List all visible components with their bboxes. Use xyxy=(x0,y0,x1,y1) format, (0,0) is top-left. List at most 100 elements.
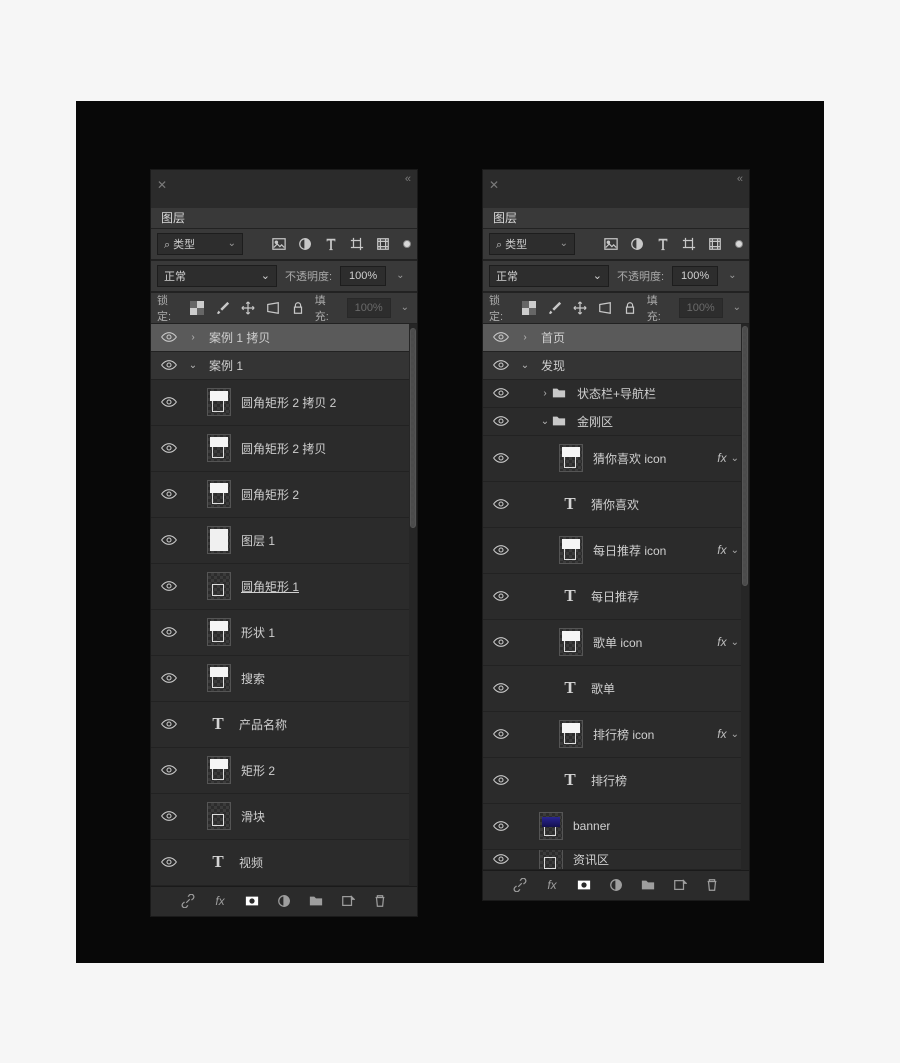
panel-tab-layers[interactable]: 图层 xyxy=(483,208,749,228)
fill-value[interactable]: 100% xyxy=(679,298,723,318)
layer-name[interactable]: 图层 1 xyxy=(241,532,275,549)
visibility-eye-icon[interactable] xyxy=(151,442,187,454)
layer-thumbnail[interactable] xyxy=(207,388,231,416)
expand-arrow-icon[interactable]: ⌄ xyxy=(519,360,531,371)
layer-name[interactable]: 发现 xyxy=(541,357,565,374)
lock-brush-icon[interactable] xyxy=(214,300,231,316)
filter-image-icon[interactable] xyxy=(271,236,287,252)
fx-label[interactable]: fx xyxy=(717,727,726,741)
layer-name[interactable]: 矩形 2 xyxy=(241,762,275,779)
fx-chevron-icon[interactable]: ⌄ xyxy=(731,453,739,464)
layer-thumbnail[interactable] xyxy=(207,572,231,600)
layer-row[interactable]: 滑块 xyxy=(151,794,417,840)
opacity-chevron-icon[interactable]: ⌄ xyxy=(394,270,406,281)
collapse-icon[interactable]: « xyxy=(737,173,743,185)
visibility-eye-icon[interactable] xyxy=(151,396,187,408)
layer-name[interactable]: 猜你喜欢 icon xyxy=(593,450,666,467)
layer-thumbnail[interactable] xyxy=(207,802,231,830)
layer-name[interactable]: 圆角矩形 2 xyxy=(241,486,299,503)
scrollbar[interactable] xyxy=(741,324,749,870)
layer-name[interactable]: 搜索 xyxy=(241,670,265,687)
layer-name[interactable]: 金刚区 xyxy=(577,413,613,430)
opacity-chevron-icon[interactable]: ⌄ xyxy=(726,270,738,281)
layer-row[interactable]: ⌄ 金刚区 xyxy=(483,408,749,436)
layer-thumbnail[interactable] xyxy=(539,812,563,840)
layer-row[interactable]: 形状 1 xyxy=(151,610,417,656)
layer-row[interactable]: › 状态栏+导航栏 xyxy=(483,380,749,408)
layer-row[interactable]: 每日推荐 icon fx⌄ xyxy=(483,528,749,574)
visibility-eye-icon[interactable] xyxy=(483,544,519,556)
new-layer-icon[interactable] xyxy=(672,877,688,893)
layer-name[interactable]: 滑块 xyxy=(241,808,265,825)
filter-toggle-dot[interactable] xyxy=(403,240,411,248)
layer-name[interactable]: 每日推荐 xyxy=(591,588,639,605)
blend-mode-dropdown[interactable]: 正常⌄ xyxy=(157,265,277,287)
layer-thumbnail[interactable] xyxy=(207,526,231,554)
visibility-eye-icon[interactable] xyxy=(151,626,187,638)
layer-name[interactable]: 视频 xyxy=(239,854,263,871)
layer-row[interactable]: 圆角矩形 2 拷贝 2 xyxy=(151,380,417,426)
layer-row[interactable]: 排行榜 icon fx⌄ xyxy=(483,712,749,758)
lock-all-icon[interactable] xyxy=(622,300,639,316)
filter-text-icon[interactable] xyxy=(655,236,671,252)
layer-name[interactable]: 状态栏+导航栏 xyxy=(577,385,656,402)
close-icon[interactable]: ✕ xyxy=(157,180,167,190)
layer-name[interactable]: 猜你喜欢 xyxy=(591,496,639,513)
lock-move-icon[interactable] xyxy=(239,300,256,316)
layer-row[interactable]: T 每日推荐 xyxy=(483,574,749,620)
filter-type-dropdown[interactable]: ⌕类型 ⌄ xyxy=(157,233,243,255)
layer-name[interactable]: 歌单 icon xyxy=(593,634,642,651)
expand-arrow-icon[interactable]: ⌄ xyxy=(539,416,551,427)
fx-chevron-icon[interactable]: ⌄ xyxy=(731,545,739,556)
fill-chevron-icon[interactable]: ⌄ xyxy=(399,302,411,313)
fill-value[interactable]: 100% xyxy=(347,298,391,318)
visibility-eye-icon[interactable] xyxy=(151,331,187,343)
fx-label[interactable]: fx xyxy=(717,543,726,557)
visibility-eye-icon[interactable] xyxy=(483,415,519,427)
visibility-eye-icon[interactable] xyxy=(483,387,519,399)
visibility-eye-icon[interactable] xyxy=(483,853,519,865)
fill-chevron-icon[interactable]: ⌄ xyxy=(731,302,743,313)
lock-all-icon[interactable] xyxy=(290,300,307,316)
layer-name[interactable]: 案例 1 拷贝 xyxy=(209,329,270,346)
blend-mode-dropdown[interactable]: 正常⌄ xyxy=(489,265,609,287)
layer-name[interactable]: 圆角矩形 2 拷贝 xyxy=(241,440,326,457)
layer-row[interactable]: 资讯区 xyxy=(483,850,749,870)
layer-row[interactable]: 猜你喜欢 icon fx⌄ xyxy=(483,436,749,482)
expand-arrow-icon[interactable]: › xyxy=(519,332,531,343)
layer-name[interactable]: 圆角矩形 1 xyxy=(241,578,299,595)
add-adjustment-icon[interactable] xyxy=(276,893,292,909)
lock-distort-icon[interactable] xyxy=(596,300,613,316)
filter-smart-icon[interactable] xyxy=(375,236,391,252)
layer-row[interactable]: ⌄ 案例 1 xyxy=(151,352,417,380)
layer-row[interactable]: 圆角矩形 2 拷贝 xyxy=(151,426,417,472)
lock-transparent-icon[interactable] xyxy=(521,300,538,316)
visibility-eye-icon[interactable] xyxy=(483,774,519,786)
visibility-eye-icon[interactable] xyxy=(483,728,519,740)
layer-thumbnail[interactable] xyxy=(207,618,231,646)
new-layer-icon[interactable] xyxy=(340,893,356,909)
layer-thumbnail[interactable] xyxy=(559,536,583,564)
lock-distort-icon[interactable] xyxy=(264,300,281,316)
visibility-eye-icon[interactable] xyxy=(151,534,187,546)
fx-chevron-icon[interactable]: ⌄ xyxy=(731,637,739,648)
layer-thumbnail[interactable] xyxy=(207,664,231,692)
expand-arrow-icon[interactable]: › xyxy=(539,388,551,399)
expand-arrow-icon[interactable]: › xyxy=(187,332,199,343)
visibility-eye-icon[interactable] xyxy=(151,359,187,371)
layer-thumbnail[interactable] xyxy=(207,756,231,784)
layer-row[interactable]: T 歌单 xyxy=(483,666,749,712)
link-layers-icon[interactable] xyxy=(512,877,528,893)
visibility-eye-icon[interactable] xyxy=(483,820,519,832)
visibility-eye-icon[interactable] xyxy=(483,636,519,648)
layer-name[interactable]: 资讯区 xyxy=(573,851,609,868)
lock-brush-icon[interactable] xyxy=(546,300,563,316)
lock-move-icon[interactable] xyxy=(571,300,588,316)
layer-name[interactable]: 圆角矩形 2 拷贝 2 xyxy=(241,394,336,411)
visibility-eye-icon[interactable] xyxy=(483,359,519,371)
layer-name[interactable]: 排行榜 xyxy=(591,772,627,789)
layer-row[interactable]: T 猜你喜欢 xyxy=(483,482,749,528)
expand-arrow-icon[interactable]: ⌄ xyxy=(187,360,199,371)
layer-thumbnail[interactable] xyxy=(539,850,563,870)
filter-type-dropdown[interactable]: ⌕类型 ⌄ xyxy=(489,233,575,255)
